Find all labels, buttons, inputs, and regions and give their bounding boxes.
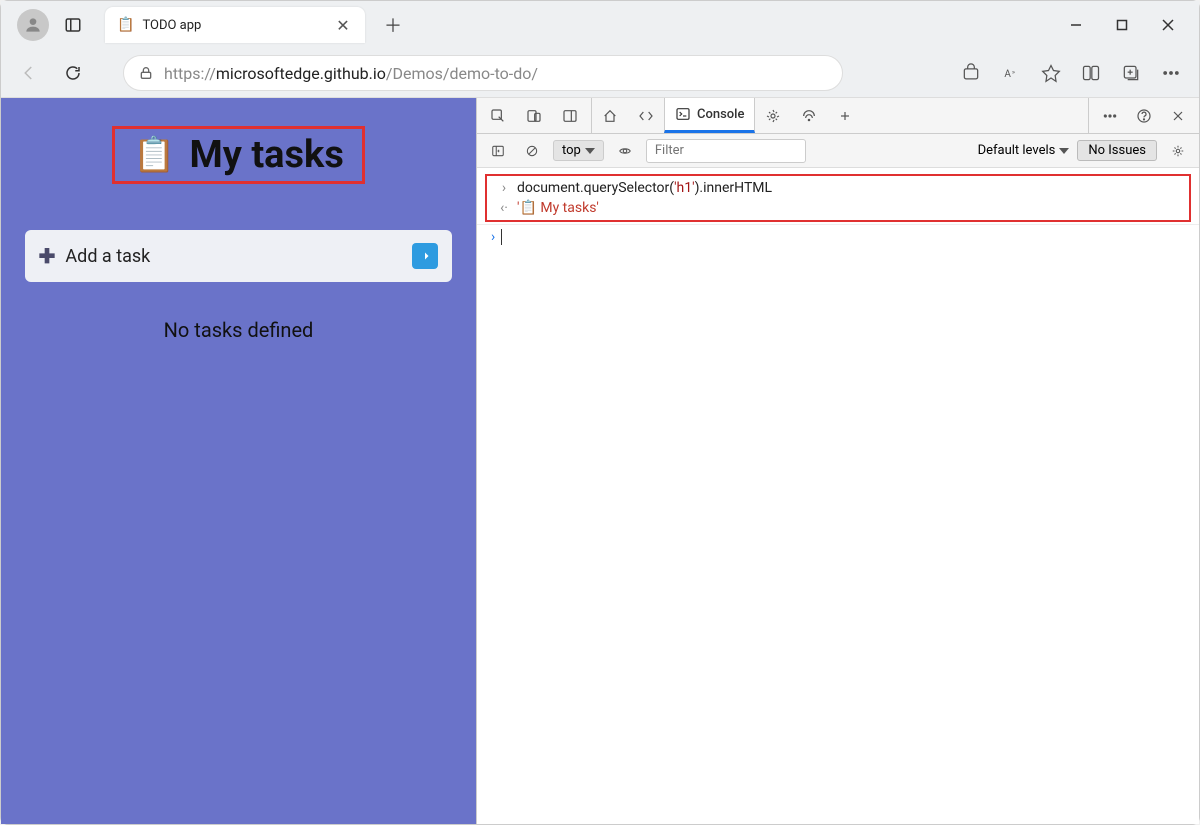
clipboard-icon: 📋 xyxy=(133,135,175,175)
profile-button[interactable] xyxy=(17,9,49,41)
lock-icon xyxy=(138,65,154,81)
split-screen-icon[interactable] xyxy=(1073,55,1109,91)
dock-side-icon[interactable] xyxy=(555,101,585,131)
back-button[interactable] xyxy=(11,55,47,91)
console-output-text: '📋 My tasks' xyxy=(517,200,599,216)
collections-icon[interactable] xyxy=(1113,55,1149,91)
svg-text:A: A xyxy=(1004,69,1011,80)
browser-tab[interactable]: 📋 TODO app ✕ xyxy=(105,7,365,43)
devtools-close-button[interactable] xyxy=(1163,101,1193,131)
svg-text:»: » xyxy=(1012,68,1015,76)
add-task-placeholder: Add a task xyxy=(65,246,402,267)
refresh-button[interactable] xyxy=(55,55,91,91)
plus-icon: ✚ xyxy=(39,244,56,268)
console-input-text: document.querySelector('h1').innerHTML xyxy=(517,180,772,196)
new-tab-button[interactable]: ＋ xyxy=(377,9,409,41)
address-bar[interactable]: https://microsoftedge.github.io/Demos/de… xyxy=(123,55,843,91)
window-maximize-button[interactable] xyxy=(1099,9,1145,41)
tab-close-button[interactable]: ✕ xyxy=(333,15,353,35)
tab-welcome[interactable] xyxy=(592,98,628,133)
console-settings-button[interactable] xyxy=(1165,138,1191,164)
webpage-content: 📋 My tasks ✚ Add a task No tasks defined xyxy=(1,98,476,824)
tab-network[interactable] xyxy=(791,98,827,133)
tab-elements[interactable] xyxy=(628,98,664,133)
add-task-input[interactable]: ✚ Add a task xyxy=(25,230,453,282)
console-filter-input[interactable] xyxy=(646,139,806,163)
tab-sources[interactable] xyxy=(755,98,791,133)
shopping-icon[interactable] xyxy=(953,55,989,91)
tab-more[interactable] xyxy=(827,98,863,133)
tab-console[interactable]: Console xyxy=(664,98,755,133)
window-close-button[interactable] xyxy=(1145,9,1191,41)
tab-title: TODO app xyxy=(142,18,325,33)
text-cursor xyxy=(501,229,502,245)
issues-button[interactable]: No Issues xyxy=(1077,140,1157,161)
page-heading: 📋 My tasks xyxy=(112,126,365,184)
live-expression-button[interactable] xyxy=(612,138,638,164)
url-text: https://microsoftedge.github.io/Demos/de… xyxy=(164,64,538,83)
console-highlighted-region: › document.querySelector('h1').innerHTML… xyxy=(485,174,1191,222)
console-output-row: ‹· '📋 My tasks' xyxy=(491,198,1185,218)
execution-context-selector[interactable]: top xyxy=(553,140,604,161)
console-prompt[interactable]: › xyxy=(477,224,1199,249)
read-aloud-icon[interactable]: A» xyxy=(993,55,1029,91)
window-minimize-button[interactable] xyxy=(1053,9,1099,41)
menu-button[interactable] xyxy=(1153,55,1189,91)
console-input-row: › document.querySelector('h1').innerHTML xyxy=(491,178,1185,198)
devtools-more-button[interactable] xyxy=(1095,101,1125,131)
device-toolbar-icon[interactable] xyxy=(519,101,549,131)
devtools-panel: Console top xyxy=(476,98,1199,824)
favorite-icon[interactable] xyxy=(1033,55,1069,91)
no-tasks-message: No tasks defined xyxy=(164,318,314,342)
console-sidebar-toggle[interactable] xyxy=(485,138,511,164)
clear-console-button[interactable] xyxy=(519,138,545,164)
add-task-submit-button[interactable] xyxy=(412,243,438,269)
page-title: My tasks xyxy=(189,133,343,177)
prompt-chevron-icon: › xyxy=(491,229,495,245)
devtools-help-button[interactable] xyxy=(1129,101,1159,131)
tab-actions-button[interactable] xyxy=(57,9,89,41)
output-chevron-icon: ‹· xyxy=(497,200,511,216)
input-chevron-icon: › xyxy=(497,180,511,196)
tab-favicon-icon: 📋 xyxy=(117,17,134,33)
inspect-element-icon[interactable] xyxy=(483,101,513,131)
log-levels-selector[interactable]: Default levels xyxy=(978,143,1070,158)
